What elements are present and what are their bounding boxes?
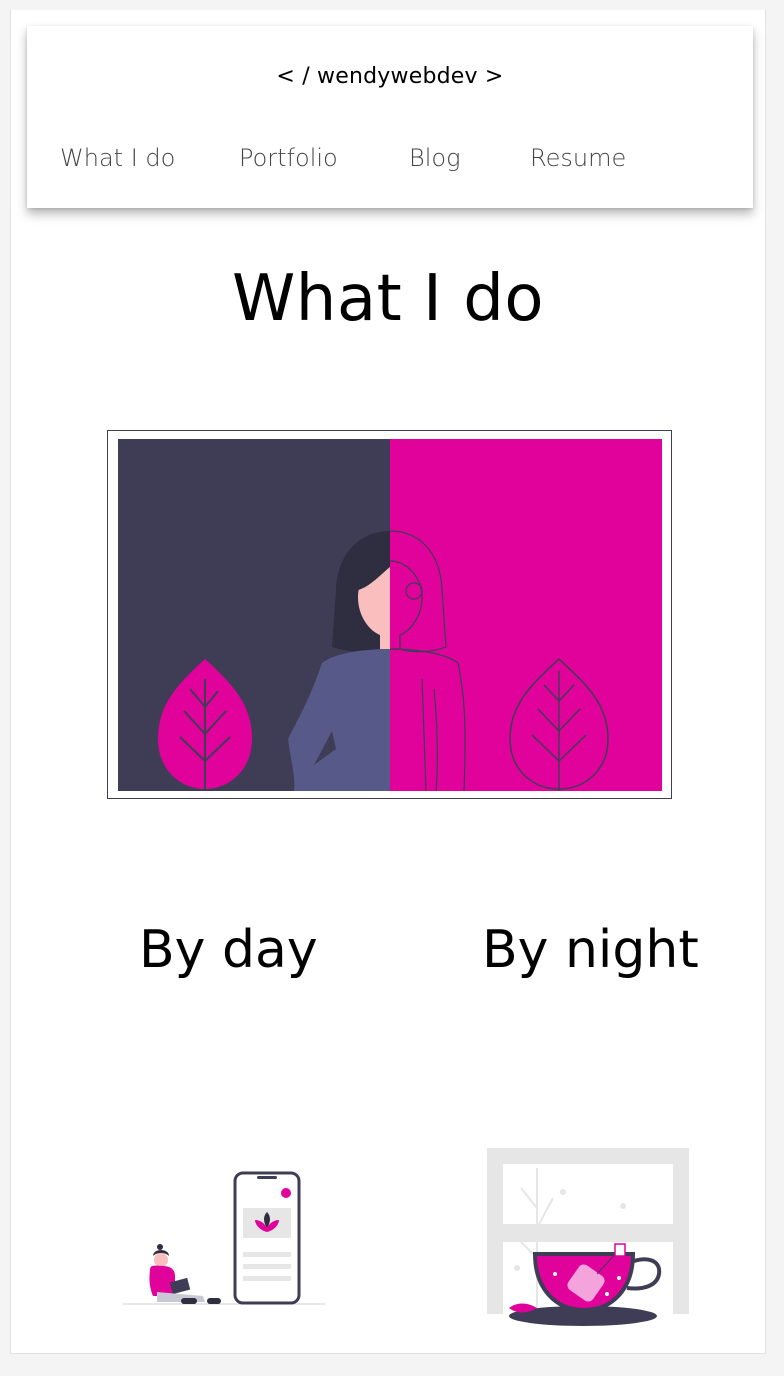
by-night-title: By night bbox=[482, 920, 699, 980]
by-day-title: By day bbox=[139, 920, 318, 980]
nav-blog[interactable]: Blog bbox=[409, 144, 460, 172]
nav-portfolio[interactable]: Portfolio bbox=[239, 144, 338, 172]
hero-image bbox=[107, 430, 672, 799]
page-container: < / wendywebdev > What I do Portfolio Bl… bbox=[10, 10, 766, 1354]
site-header: < / wendywebdev > What I do Portfolio Bl… bbox=[27, 26, 753, 208]
site-brand[interactable]: < / wendywebdev > bbox=[27, 64, 753, 89]
by-night-image bbox=[487, 1148, 689, 1334]
by-day-image bbox=[123, 1168, 329, 1312]
tea-cup-illustration bbox=[487, 1148, 689, 1326]
phone-app-illustration bbox=[123, 1171, 325, 1305]
nav-resume[interactable]: Resume bbox=[530, 144, 626, 172]
split-portrait-illustration bbox=[118, 439, 662, 791]
page-title: What I do bbox=[232, 262, 544, 336]
nav-what-i-do[interactable]: What I do bbox=[60, 144, 175, 172]
